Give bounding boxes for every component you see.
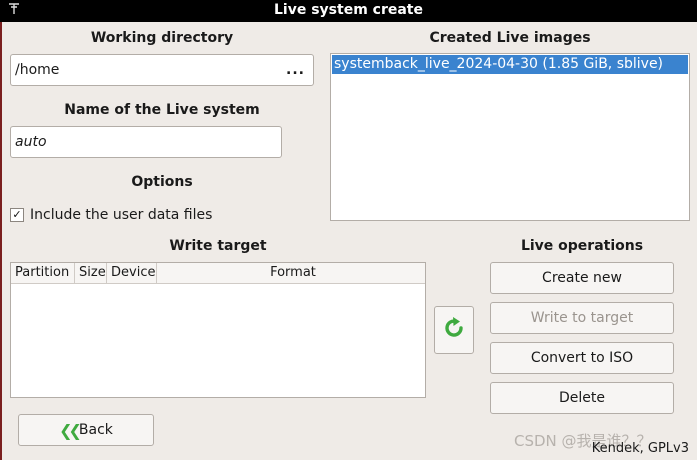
- live-name-heading: Name of the Live system: [64, 102, 260, 118]
- include-user-data-label: Include the user data files: [30, 207, 213, 223]
- delete-button[interactable]: Delete: [490, 382, 674, 414]
- back-label: Back: [78, 422, 113, 438]
- write-to-target-button[interactable]: Write to target: [490, 302, 674, 334]
- column-header-size[interactable]: Size: [75, 263, 107, 283]
- back-button[interactable]: ❮❮ Back: [18, 414, 154, 446]
- working-directory-heading: Working directory: [90, 30, 234, 46]
- include-user-data-checkbox[interactable]: ✓: [10, 208, 24, 222]
- options-heading: Options: [131, 174, 193, 190]
- include-user-data-option[interactable]: ✓ Include the user data files: [10, 206, 212, 224]
- write-target-table[interactable]: Partition Size Device Format: [10, 262, 426, 398]
- created-images-list[interactable]: systemback_live_2024-04-30 (1.85 GiB, sb…: [330, 53, 690, 221]
- convert-to-iso-button[interactable]: Convert to ISO: [490, 342, 674, 374]
- column-header-partition[interactable]: Partition: [11, 263, 75, 283]
- column-header-format[interactable]: Format: [157, 263, 425, 283]
- window-edge: [0, 22, 2, 460]
- window-title: Live system create: [274, 2, 423, 18]
- create-new-button[interactable]: Create new: [490, 262, 674, 294]
- working-directory-value: /home: [15, 62, 60, 78]
- column-header-device[interactable]: Device: [107, 263, 157, 283]
- credit-text: Kendek, GPLv3: [591, 441, 689, 456]
- refresh-button[interactable]: [434, 306, 474, 354]
- working-directory-field[interactable]: /home ...: [10, 54, 314, 86]
- write-target-heading: Write target: [169, 238, 267, 254]
- live-name-input[interactable]: auto: [10, 126, 282, 158]
- live-operations-heading: Live operations: [520, 238, 644, 254]
- table-header: Partition Size Device Format: [11, 263, 425, 284]
- browse-button[interactable]: ...: [286, 55, 305, 85]
- title-bar: Live system create: [0, 0, 697, 22]
- list-item[interactable]: systemback_live_2024-04-30 (1.85 GiB, sb…: [332, 55, 688, 74]
- double-chevron-left-icon: ❮❮: [59, 420, 82, 440]
- refresh-icon: [442, 316, 466, 344]
- created-images-heading: Created Live images: [429, 30, 591, 46]
